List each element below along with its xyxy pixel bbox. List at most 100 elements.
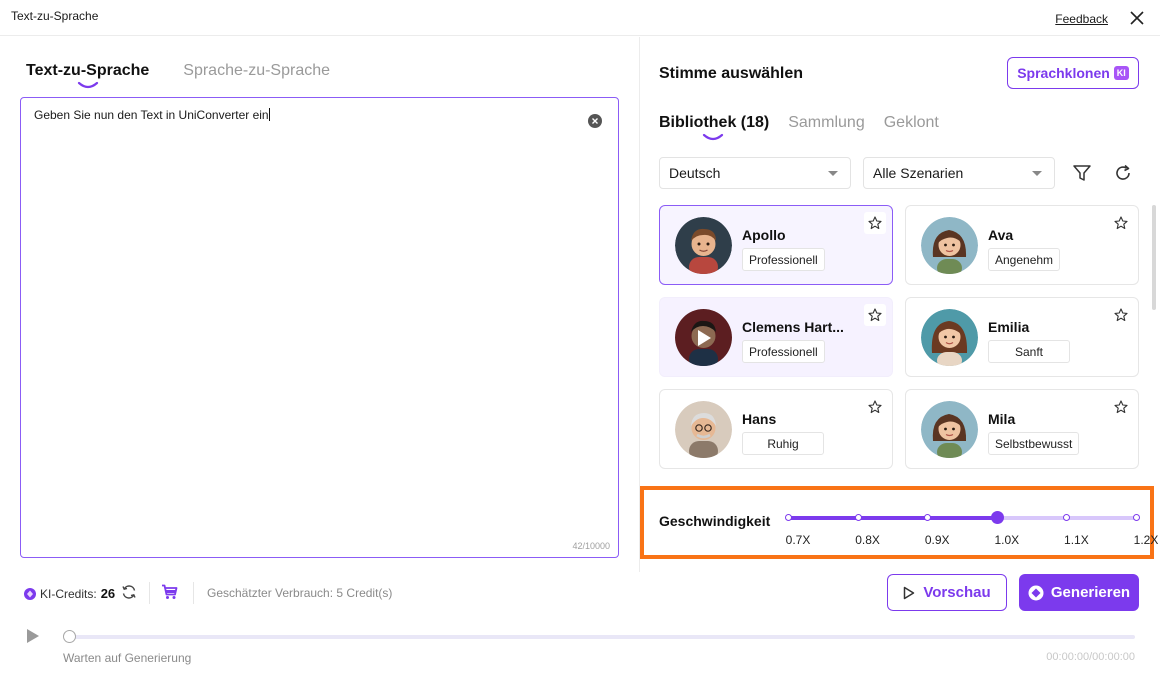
text-content: Geben Sie nun den Text in UniConverter e… xyxy=(34,108,269,122)
voice-tag: Sanft xyxy=(988,340,1070,363)
avatar-emilia xyxy=(921,309,978,366)
playback-progress-track[interactable] xyxy=(69,635,1135,639)
avatar-hans xyxy=(675,401,732,458)
tab-active-indicator xyxy=(77,81,98,89)
tab-label: Sprache-zu-Sprache xyxy=(183,62,331,79)
library-tabs: Bibliothek (18) Sammlung Geklont xyxy=(659,114,939,141)
voice-name: Hans xyxy=(742,411,777,427)
mode-tabs: Text-zu-Sprache Sprache-zu-Sprache xyxy=(26,62,330,89)
credits-display: KI-Credits: 26 xyxy=(24,586,115,601)
voice-heading: Stimme auswählen xyxy=(659,65,804,82)
voice-tag: Selbstbewusst xyxy=(988,432,1080,455)
speed-tick-label: 0.9X xyxy=(924,533,950,547)
tab-cloned[interactable]: Geklont xyxy=(884,114,939,132)
speed-tick-label: 1.0X xyxy=(994,533,1020,547)
voice-card-mila[interactable]: Mila Selbstbewusst xyxy=(905,389,1139,469)
tab-label: Text-zu-Sprache xyxy=(26,62,150,79)
speed-label: Geschwindigkeit xyxy=(659,513,771,529)
voice-tag: Ruhig xyxy=(742,432,824,455)
feedback-link[interactable]: Feedback xyxy=(1055,12,1108,26)
credits-value: 26 xyxy=(100,586,116,601)
voice-tag: Professionell xyxy=(742,340,825,363)
star-icon xyxy=(1114,400,1128,414)
speed-tick-label: 1.2X xyxy=(1133,533,1159,547)
favorite-button[interactable] xyxy=(864,212,886,234)
ki-badge: KI xyxy=(1113,66,1129,80)
chevron-down-icon xyxy=(1032,171,1042,176)
window-title: Text-zu-Sprache xyxy=(11,9,99,23)
player-play-icon[interactable] xyxy=(26,628,40,644)
playback-progress-thumb[interactable] xyxy=(63,630,76,643)
star-icon xyxy=(868,400,882,414)
generate-button[interactable]: Generieren xyxy=(1019,574,1139,611)
voice-name: Apollo xyxy=(742,227,786,243)
preview-play-button[interactable] xyxy=(675,309,732,366)
language-select[interactable]: Deutsch xyxy=(659,157,851,189)
speed-tick-label: 1.1X xyxy=(1064,533,1089,547)
text-input-value[interactable]: Geben Sie nun den Text in UniConverter e… xyxy=(34,108,270,122)
playback-status: Warten auf Generierung xyxy=(63,651,192,665)
avatar-ava xyxy=(921,217,978,274)
speed-slider-thumb[interactable] xyxy=(990,511,1004,524)
scenario-select[interactable]: Alle Szenarien xyxy=(863,157,1055,189)
title-bar: Text-zu-Sprache Feedback xyxy=(0,0,1160,36)
play-outline-icon xyxy=(904,586,915,599)
refresh-icon[interactable] xyxy=(1114,164,1132,182)
language-select-value: Deutsch xyxy=(669,165,721,181)
tab-text-to-speech[interactable]: Text-zu-Sprache xyxy=(26,62,150,89)
favorite-button[interactable] xyxy=(1110,304,1132,326)
voice-card-clemens[interactable]: Clemens Hart... Professionell xyxy=(659,297,893,377)
generate-label: Generieren xyxy=(1050,584,1131,601)
close-icon[interactable] xyxy=(1128,9,1146,27)
clear-text-icon[interactable] xyxy=(588,114,602,128)
filter-icon[interactable] xyxy=(1072,164,1092,182)
preview-button[interactable]: Vorschau xyxy=(887,574,1007,611)
speed-stop[interactable] xyxy=(854,514,862,521)
star-icon xyxy=(868,308,882,322)
avatar-mila xyxy=(921,401,978,458)
speed-tick-label: 0.7X xyxy=(785,533,811,547)
voice-card-apollo[interactable]: Apollo Professionell xyxy=(659,205,893,285)
text-input-area[interactable]: Geben Sie nun den Text in UniConverter e… xyxy=(20,97,619,558)
sync-icon[interactable] xyxy=(121,584,137,600)
voice-card-hans[interactable]: Hans Ruhig xyxy=(659,389,893,469)
speed-stop[interactable] xyxy=(785,514,792,521)
voice-name: Emilia xyxy=(988,319,1030,335)
voice-name: Ava xyxy=(988,227,1014,243)
star-icon xyxy=(868,216,882,230)
voice-list-scrollbar[interactable] xyxy=(1152,205,1156,310)
voice-tag: Angenehm xyxy=(988,248,1061,271)
favorite-button[interactable] xyxy=(1110,212,1132,234)
favorite-button[interactable] xyxy=(864,304,886,326)
voice-card-ava[interactable]: Ava Angenehm xyxy=(905,205,1139,285)
estimated-usage: Geschätzter Verbrauch: 5 Credit(s) xyxy=(207,586,393,600)
speed-slider-fill xyxy=(788,516,997,520)
favorite-button[interactable] xyxy=(1110,396,1132,418)
play-icon xyxy=(697,329,711,346)
divider xyxy=(193,582,194,604)
voice-card-emilia[interactable]: Emilia Sanft xyxy=(905,297,1139,377)
tab-label: Sammlung xyxy=(788,114,865,131)
scenario-select-value: Alle Szenarien xyxy=(873,165,964,181)
credits-label: KI-Credits: xyxy=(40,586,97,601)
credit-icon xyxy=(24,587,36,600)
voice-clone-button[interactable]: Sprachklonen KI xyxy=(1007,57,1139,89)
tab-label: Bibliothek (18) xyxy=(659,114,770,131)
favorite-button[interactable] xyxy=(864,396,886,418)
playback-time: 00:00:00/00:00:00 xyxy=(1046,651,1135,663)
cart-icon[interactable] xyxy=(161,584,178,600)
character-count: 42/10000 xyxy=(572,541,610,551)
tab-speech-to-speech[interactable]: Sprache-zu-Sprache xyxy=(183,62,330,80)
generate-icon xyxy=(1028,585,1044,600)
tab-collection[interactable]: Sammlung xyxy=(788,114,864,132)
tab-library[interactable]: Bibliothek (18) xyxy=(659,114,770,141)
speed-stop[interactable] xyxy=(1063,514,1071,521)
chevron-down-icon xyxy=(828,171,838,176)
speed-slider[interactable] xyxy=(785,511,1140,524)
tab-label: Geklont xyxy=(883,114,939,131)
speed-stop[interactable] xyxy=(1133,514,1140,521)
text-panel: Text-zu-Sprache Sprache-zu-Sprache Geben… xyxy=(0,37,639,572)
voice-name: Clemens Hart... xyxy=(742,319,844,335)
bottom-bar: KI-Credits: 26 Geschätzter Verbrauch: 5 … xyxy=(0,572,1160,680)
voice-name: Mila xyxy=(988,411,1016,427)
